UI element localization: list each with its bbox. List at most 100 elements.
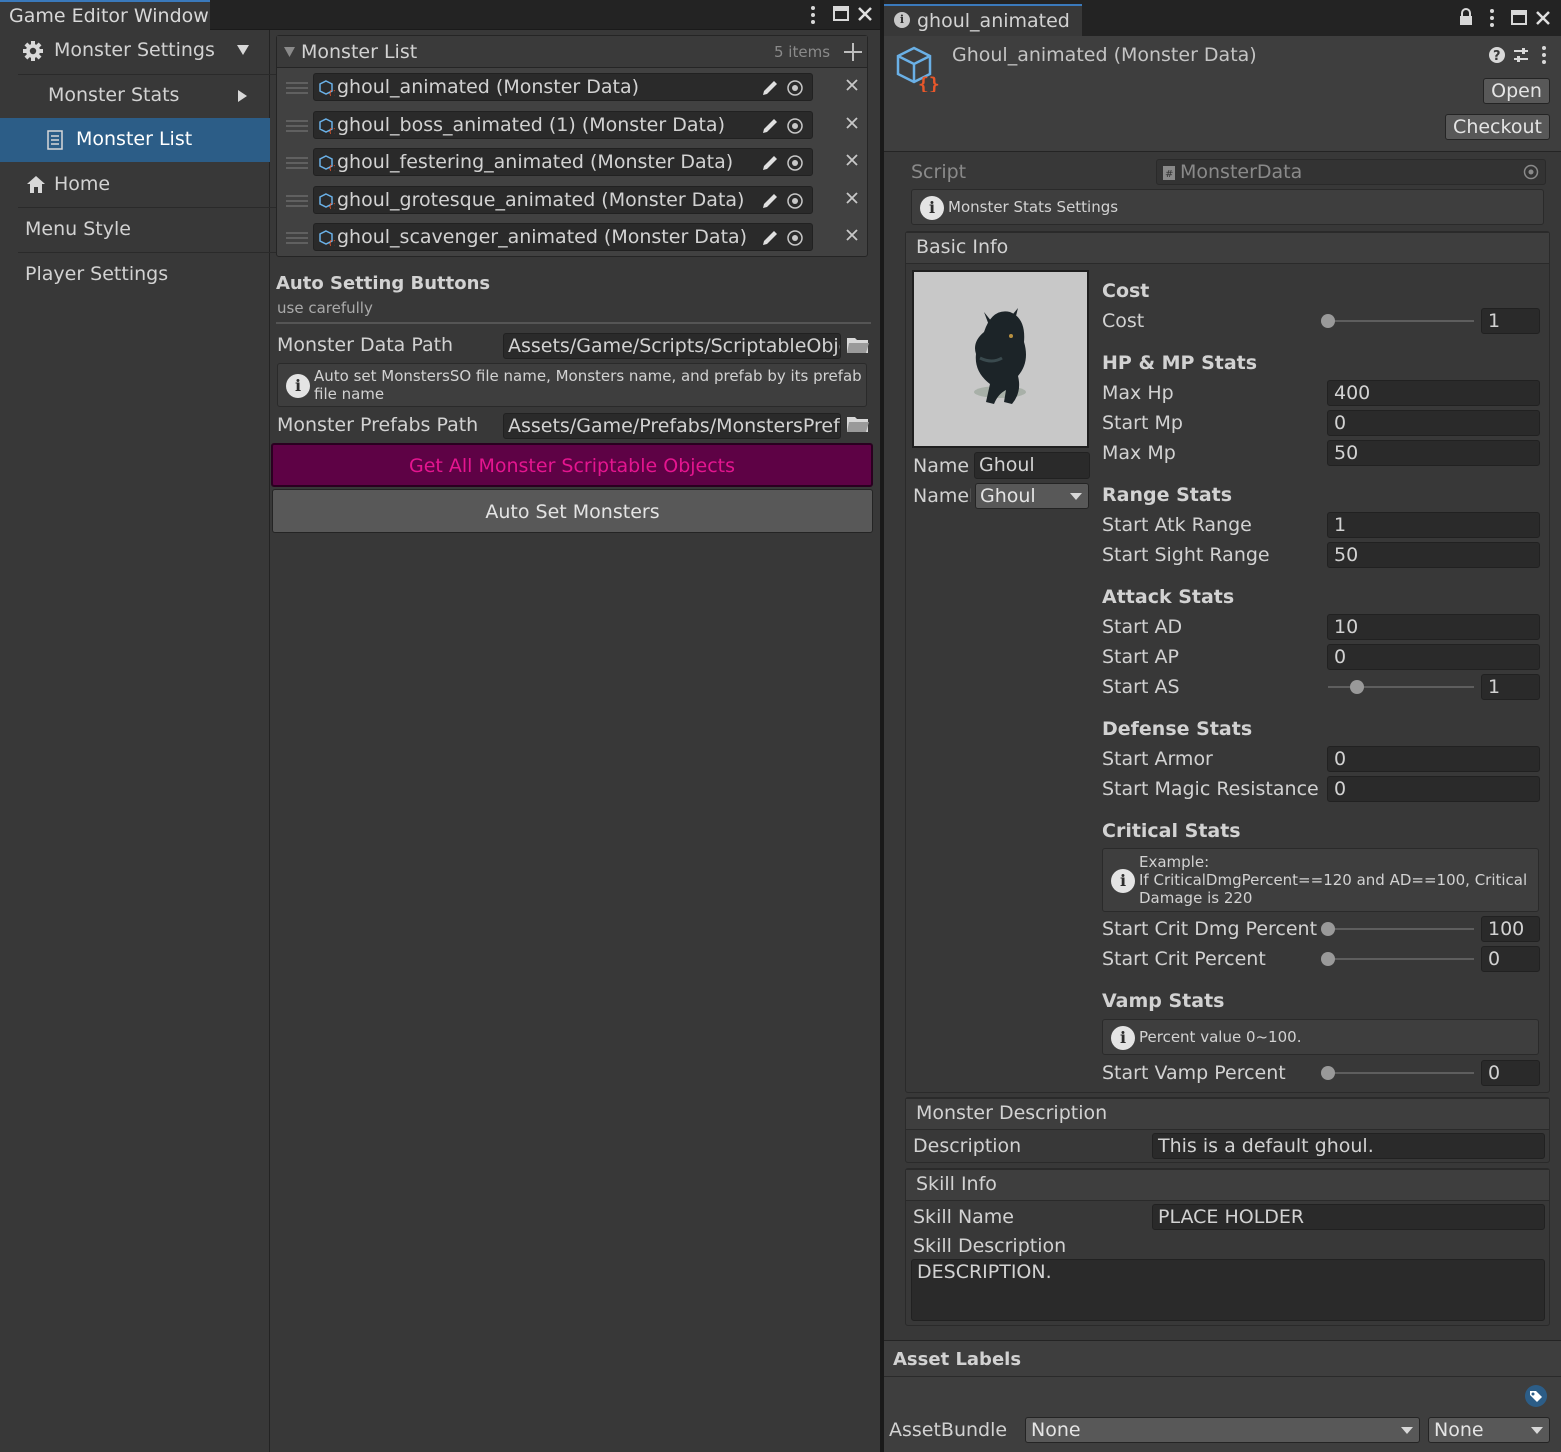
sidebar-item-player-settings[interactable]: Player Settings [0, 253, 270, 297]
preset-icon[interactable] [1512, 46, 1530, 64]
vamp-slider-knob[interactable] [1321, 1066, 1335, 1080]
skill-info-header[interactable]: Skill Info [906, 1169, 1549, 1201]
crit-dmg-input[interactable]: 100 [1481, 916, 1540, 942]
drag-handle-icon[interactable] [286, 231, 308, 245]
crit-pct-slider-track[interactable] [1328, 958, 1474, 960]
object-picker-icon[interactable] [786, 79, 804, 97]
monster-prefabs-path-input[interactable]: Assets/Game/Prefabs/MonstersPrefab, [503, 413, 841, 439]
add-item-icon[interactable] [843, 42, 863, 62]
list-item[interactable]: {}ghoul_boss_animated (1) (Monster Data) [277, 107, 867, 144]
atk-range-input[interactable]: 1 [1327, 512, 1540, 538]
help-icon[interactable]: ? [1488, 46, 1506, 64]
crit-pct-slider-knob[interactable] [1321, 952, 1335, 966]
object-field[interactable]: {}ghoul_boss_animated (1) (Monster Data) [313, 110, 813, 139]
divider [884, 1376, 1561, 1377]
atk-range-label: Start Atk Range [1102, 514, 1252, 536]
sidebar-item-monster-list[interactable]: Monster List [0, 118, 270, 162]
open-button[interactable]: Open [1483, 78, 1550, 104]
assetbundle-dropdown[interactable]: None [1025, 1417, 1420, 1443]
crit-dmg-slider-knob[interactable] [1321, 922, 1335, 936]
object-field[interactable]: {}ghoul_scavenger_animated (Monster Data… [313, 223, 813, 251]
cost-slider-track[interactable] [1328, 320, 1474, 322]
ad-input[interactable]: 10 [1327, 614, 1540, 640]
sidebar-item-home[interactable]: Home [0, 163, 270, 207]
vamp-input[interactable]: 0 [1481, 1060, 1540, 1086]
cost-input[interactable]: 1 [1481, 308, 1540, 334]
sidebar-item-monster-settings[interactable]: Monster Settings [0, 30, 270, 74]
edit-icon[interactable] [760, 116, 780, 136]
cost-slider-knob[interactable] [1321, 314, 1335, 328]
description-input[interactable]: This is a default ghoul. [1152, 1133, 1545, 1159]
drag-handle-icon[interactable] [286, 119, 308, 133]
list-item[interactable]: {}ghoul_scavenger_animated (Monster Data… [277, 219, 867, 256]
edit-icon[interactable] [760, 78, 780, 98]
checkout-button[interactable]: Checkout [1445, 114, 1550, 140]
skill-name-input[interactable]: PLACE HOLDER [1152, 1204, 1545, 1230]
list-item[interactable]: {}ghoul_festering_animated (Monster Data… [277, 144, 867, 181]
divider [276, 322, 871, 324]
game-editor-window-tab[interactable]: Game Editor Window [0, 0, 210, 30]
monster-data-path-input[interactable]: Assets/Game/Scripts/ScriptableObject [503, 333, 841, 359]
remove-icon[interactable] [845, 116, 859, 130]
armor-input[interactable]: 0 [1327, 746, 1540, 772]
crit-dmg-slider-track[interactable] [1328, 928, 1474, 930]
foldout-arrow-icon[interactable] [283, 46, 296, 58]
folder-icon[interactable] [846, 335, 870, 355]
critical-stats-header: Critical Stats [1102, 820, 1241, 842]
close-icon[interactable] [856, 5, 874, 23]
object-field[interactable]: {}ghoul_grotesque_animated (Monster Data… [313, 185, 813, 214]
ghoul-animated-tab[interactable]: i ghoul_animated [884, 4, 1082, 36]
lock-icon[interactable] [1458, 8, 1474, 26]
folder-icon[interactable] [846, 414, 870, 434]
magic-resistance-input[interactable]: 0 [1327, 776, 1540, 802]
list-item[interactable]: {}ghoul_grotesque_animated (Monster Data… [277, 182, 867, 219]
get-all-monster-scriptable-objects-button[interactable]: Get All Monster Scriptable Objects [271, 443, 873, 487]
crit-pct-input[interactable]: 0 [1481, 946, 1540, 972]
cost-header: Cost [1102, 280, 1150, 302]
remove-icon[interactable] [845, 228, 859, 242]
max-hp-input[interactable]: 400 [1327, 380, 1540, 406]
close-icon[interactable] [1534, 9, 1552, 27]
remove-icon[interactable] [845, 191, 859, 205]
tag-icon[interactable] [1524, 1385, 1548, 1407]
skill-description-textarea[interactable]: DESCRIPTION. [911, 1259, 1545, 1321]
chevron-down-icon[interactable] [236, 43, 250, 57]
object-picker-icon[interactable] [786, 192, 804, 210]
edit-icon[interactable] [760, 153, 780, 173]
assetbundle-variant-dropdown[interactable]: None [1428, 1417, 1550, 1443]
object-picker-icon[interactable] [786, 229, 804, 247]
maximize-icon[interactable] [1510, 9, 1528, 27]
edit-icon[interactable] [760, 228, 780, 248]
remove-icon[interactable] [845, 78, 859, 92]
sidebar-item-menu-style[interactable]: Menu Style [0, 208, 270, 252]
ap-input[interactable]: 0 [1327, 644, 1540, 670]
auto-set-monsters-button[interactable]: Auto Set Monsters [272, 489, 873, 533]
more-options-icon[interactable] [1538, 44, 1550, 66]
more-options-icon[interactable] [806, 4, 820, 26]
object-picker-icon[interactable] [786, 154, 804, 172]
sight-range-input[interactable]: 50 [1327, 542, 1540, 568]
start-mp-input[interactable]: 0 [1327, 410, 1540, 436]
object-field[interactable]: {}ghoul_animated (Monster Data) [313, 73, 813, 101]
chevron-right-icon[interactable] [236, 89, 248, 103]
monster-list-header[interactable]: Monster List 5 items [277, 36, 867, 68]
name-enum-dropdown[interactable]: Ghoul [975, 483, 1089, 509]
drag-handle-icon[interactable] [286, 156, 308, 170]
sidebar-item-monster-stats[interactable]: Monster Stats [0, 75, 270, 119]
more-options-icon[interactable] [1485, 7, 1499, 29]
drag-handle-icon[interactable] [286, 81, 308, 95]
list-item[interactable]: {}ghoul_animated (Monster Data) [277, 69, 867, 106]
object-picker-icon[interactable] [786, 117, 804, 135]
dropdown-value: None [1031, 1419, 1081, 1441]
maximize-icon[interactable] [832, 5, 850, 23]
basic-info-header[interactable]: Basic Info [906, 232, 1549, 264]
edit-icon[interactable] [760, 191, 780, 211]
drag-handle-icon[interactable] [286, 194, 308, 208]
name-input[interactable]: Ghoul [974, 452, 1090, 479]
as-input[interactable]: 1 [1481, 674, 1540, 700]
remove-icon[interactable] [845, 153, 859, 167]
vamp-slider-track[interactable] [1328, 1072, 1474, 1074]
max-mp-input[interactable]: 50 [1327, 440, 1540, 466]
monster-description-header[interactable]: Monster Description [906, 1098, 1549, 1130]
object-field[interactable]: {}ghoul_festering_animated (Monster Data… [313, 148, 813, 176]
